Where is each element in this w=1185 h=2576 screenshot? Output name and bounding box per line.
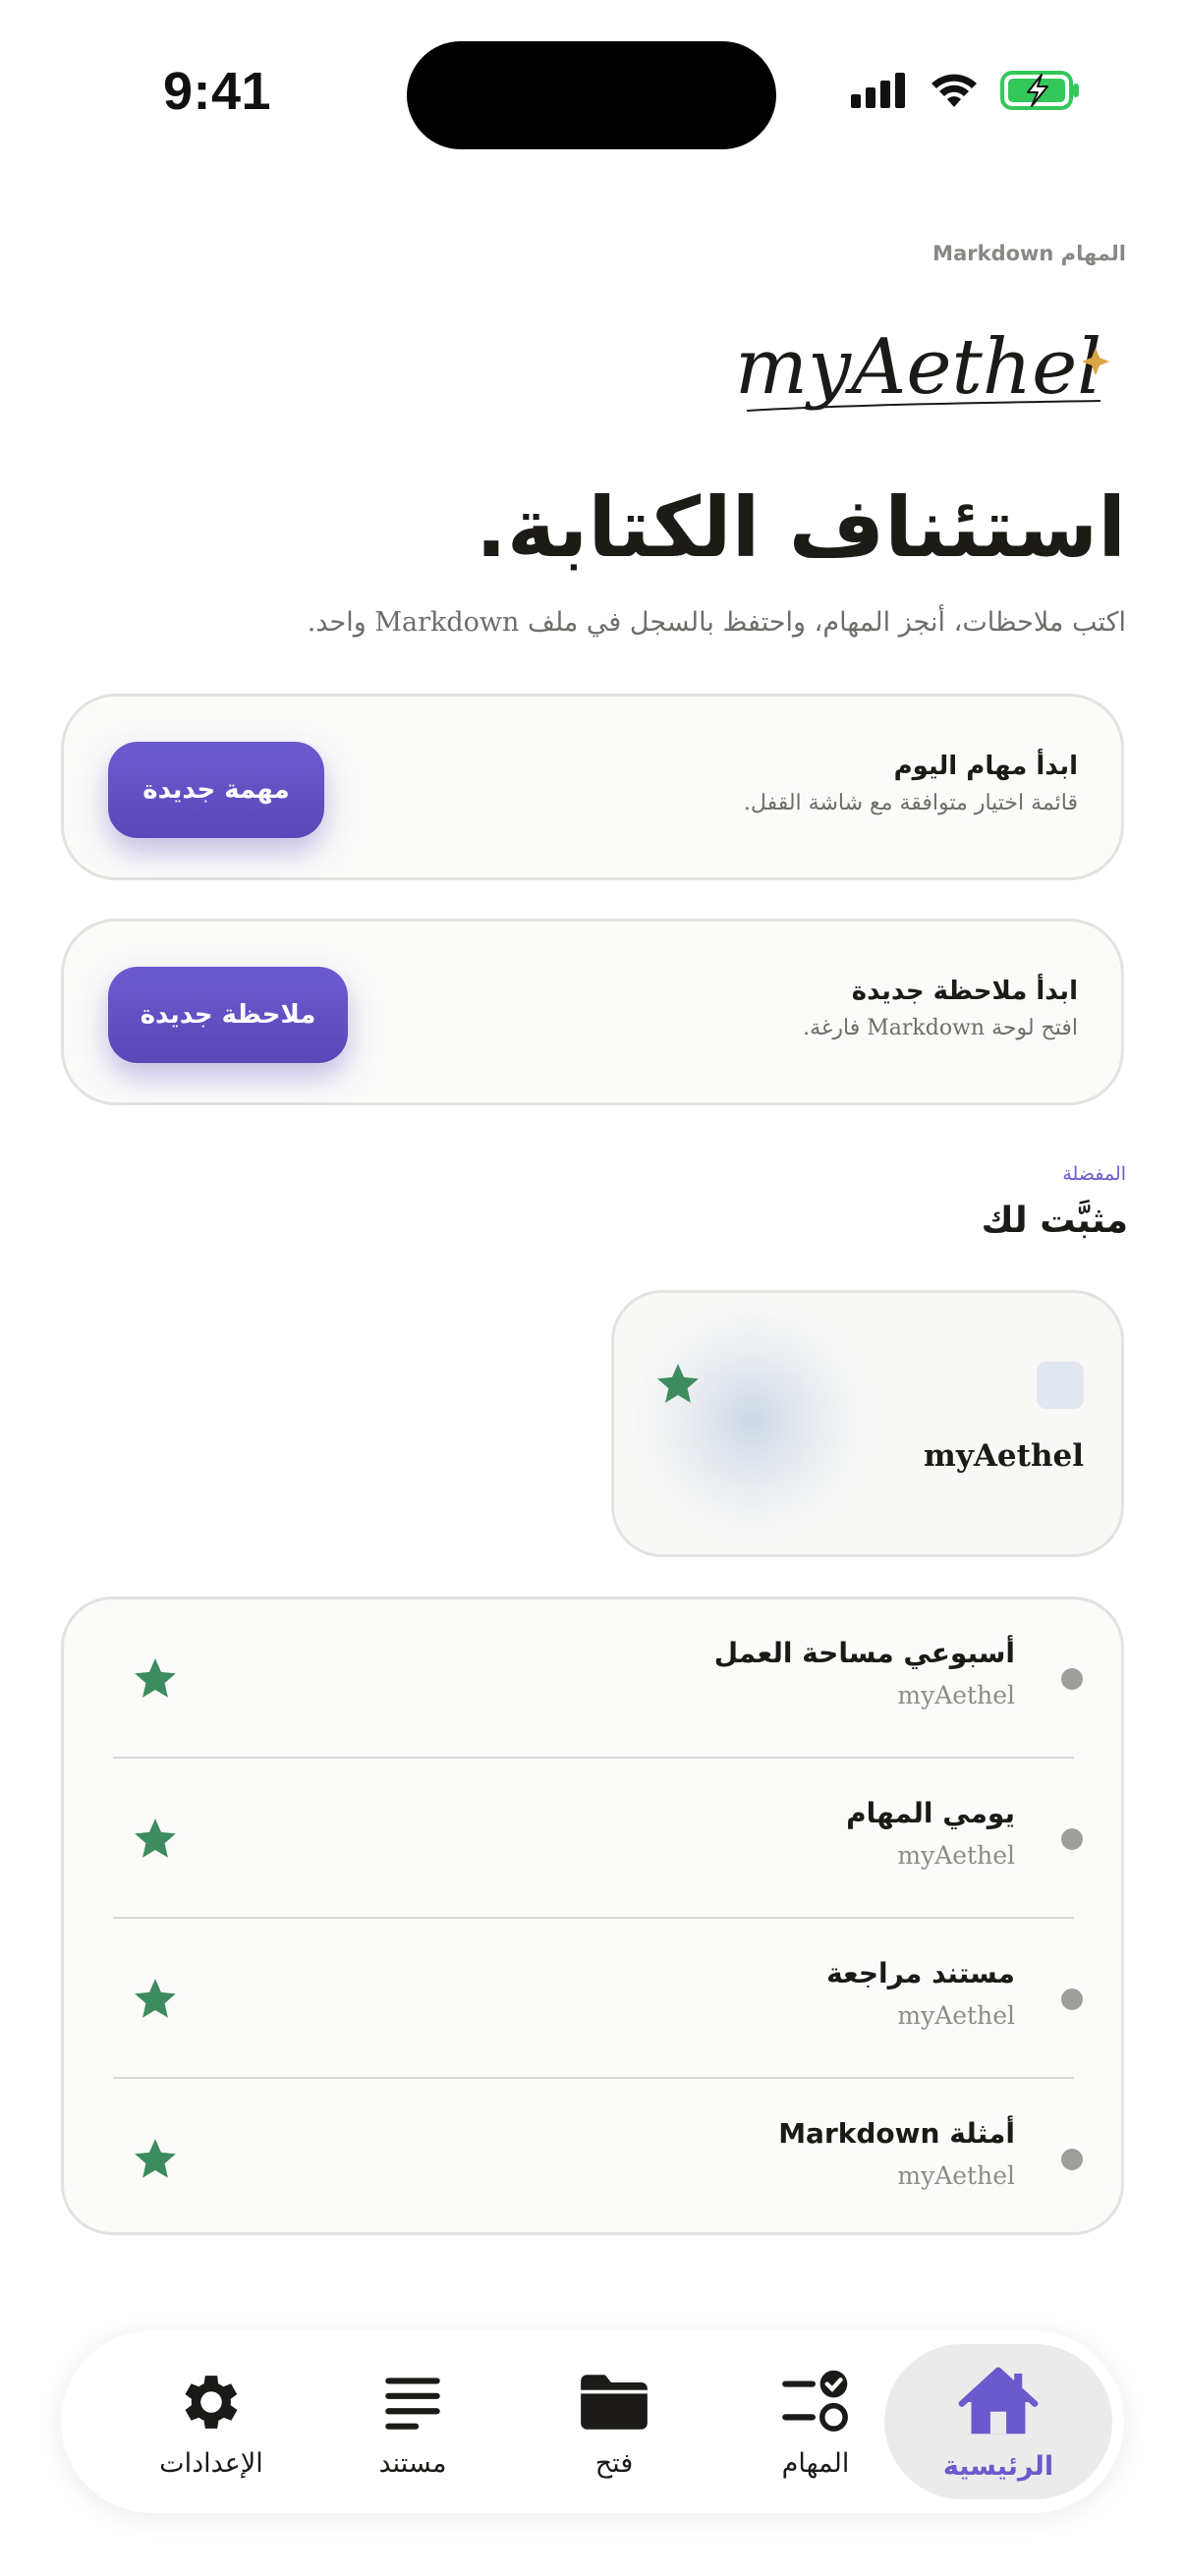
tab-label: فتح xyxy=(594,2447,634,2479)
tab-label: الإعدادات xyxy=(159,2447,263,2479)
tab-open[interactable]: فتح xyxy=(513,2330,715,2513)
card-glow xyxy=(634,1303,870,1539)
document-lines-icon xyxy=(385,2377,440,2430)
divider xyxy=(113,1917,1074,1919)
dynamic-island xyxy=(407,41,776,149)
bullet-dot xyxy=(1061,1668,1083,1690)
cellular-signal-icon xyxy=(851,73,905,108)
start-tasks-card: ابدأ مهام اليوم قائمة اختيار متوافقة مع … xyxy=(61,694,1124,880)
tasks-icon xyxy=(782,2370,848,2432)
status-icons xyxy=(851,71,1081,110)
wifi-icon xyxy=(931,74,977,107)
tab-label: المهام xyxy=(781,2447,850,2479)
pinned-document-name: myAethel xyxy=(924,1438,1084,1474)
new-task-button[interactable]: مهمة جديدة xyxy=(108,742,324,838)
folder-icon xyxy=(581,2374,648,2430)
list-item[interactable]: أسبوعي مساحة العمل myAethel xyxy=(113,1599,1083,1759)
new-note-button[interactable]: ملاحظة جديدة xyxy=(108,967,348,1063)
card-description: افتح لوحة Markdown فارغة. xyxy=(803,1016,1078,1040)
tab-label: مستند xyxy=(378,2447,447,2479)
list-item-subtitle: myAethel xyxy=(897,2001,1015,2030)
status-time: 9:41 xyxy=(163,62,272,121)
list-item-title: أمثلة Markdown xyxy=(778,2117,1015,2150)
start-note-card: ابدأ ملاحظة جديدة افتح لوحة Markdown فار… xyxy=(61,919,1124,1105)
tab-home[interactable]: الرئيسية xyxy=(884,2344,1112,2499)
favorites-title: مثبَّت لك xyxy=(981,1201,1128,1241)
list-item-title: مستند مراجعة xyxy=(826,1957,1015,1989)
favorites-list: أسبوعي مساحة العمل myAethel يومي المهام … xyxy=(61,1596,1124,2235)
divider xyxy=(113,1757,1074,1759)
divider xyxy=(113,2077,1074,2079)
tab-document[interactable]: مستند xyxy=(311,2330,514,2513)
star-icon[interactable] xyxy=(653,1360,703,1409)
list-item[interactable]: أمثلة Markdown myAethel xyxy=(113,2080,1083,2239)
bullet-dot xyxy=(1061,2149,1083,2170)
card-title: ابدأ مهام اليوم xyxy=(893,752,1078,781)
bullet-dot xyxy=(1061,1988,1083,2010)
bullet-dot xyxy=(1061,1828,1083,1850)
list-item-subtitle: myAethel xyxy=(897,1841,1015,1870)
page-subtitle: اكتب ملاحظات، أنجز المهام، واحتفظ بالسجل… xyxy=(307,607,1126,638)
document-thumbnail xyxy=(1037,1362,1084,1409)
card-description: قائمة اختيار متوافقة مع شاشة القفل. xyxy=(743,791,1078,815)
list-item-subtitle: myAethel xyxy=(897,2161,1015,2190)
card-title: ابدأ ملاحظة جديدة xyxy=(851,977,1078,1006)
star-icon[interactable] xyxy=(131,1975,180,2024)
list-item[interactable]: مستند مراجعة myAethel xyxy=(113,1920,1083,2079)
tab-label: الرئيسية xyxy=(942,2450,1054,2482)
svg-text:myAethel: myAethel xyxy=(735,323,1101,412)
section-subhead: المهام Markdown xyxy=(932,242,1126,265)
pinned-document-card[interactable]: myAethel xyxy=(611,1290,1124,1557)
list-item-title: أسبوعي مساحة العمل xyxy=(713,1637,1015,1669)
home-icon xyxy=(958,2366,1039,2434)
tab-bar: الإعدادات مستند فتح المهام الرئيسية xyxy=(61,2330,1124,2513)
list-item-subtitle: myAethel xyxy=(897,1681,1015,1709)
favorites-eyebrow: المفضلة xyxy=(1062,1163,1126,1185)
app-logo: myAethel xyxy=(735,323,1109,412)
star-icon[interactable] xyxy=(131,2135,180,2184)
list-item[interactable]: يومي المهام myAethel xyxy=(113,1760,1083,1919)
star-icon[interactable] xyxy=(131,1815,180,1864)
tab-settings[interactable]: الإعدادات xyxy=(110,2330,312,2513)
star-icon[interactable] xyxy=(131,1654,180,1704)
page-title: استئناف الكتابة. xyxy=(475,479,1127,576)
gear-icon xyxy=(185,2375,238,2429)
list-item-title: يومي المهام xyxy=(846,1797,1015,1829)
battery-charging-icon xyxy=(1000,71,1079,110)
